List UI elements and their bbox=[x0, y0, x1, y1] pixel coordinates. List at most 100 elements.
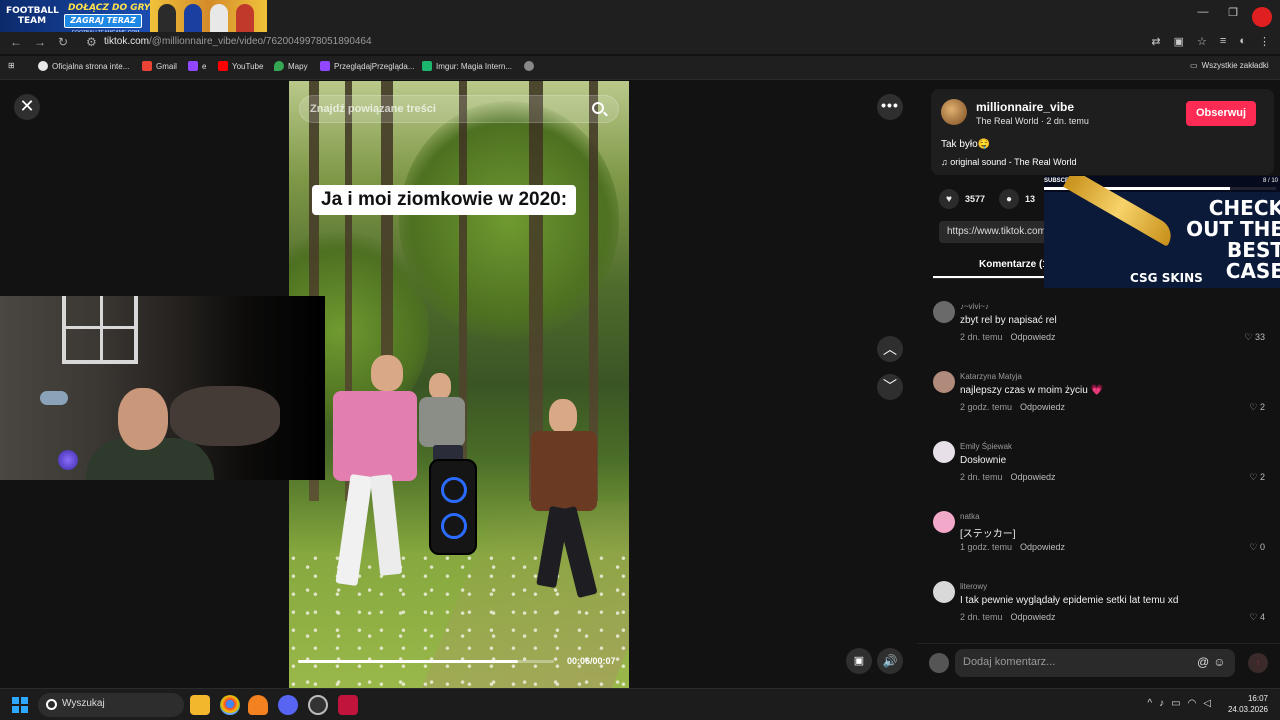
all-bookmarks[interactable]: ▭ Wszystkie zakładki bbox=[1190, 61, 1269, 70]
tab-comments[interactable]: Komentarze (1 bbox=[979, 259, 1048, 270]
webcam-furniture bbox=[170, 386, 280, 446]
webcam-shelf bbox=[62, 296, 138, 364]
chevron-up-icon[interactable]: ^ bbox=[1147, 698, 1159, 709]
apps-grid-icon[interactable]: ⊞ bbox=[8, 61, 15, 70]
microphone-icon[interactable]: ♪ bbox=[1159, 698, 1171, 709]
reply-button[interactable]: Odpowiedz bbox=[1020, 542, 1065, 552]
bookmark-item[interactable]: e bbox=[188, 61, 206, 71]
comment-stat[interactable]: ● 13 bbox=[999, 189, 1035, 209]
send-icon[interactable]: ↑ bbox=[1248, 653, 1268, 673]
bookmark-item[interactable] bbox=[524, 61, 534, 71]
heart-outline-icon[interactable]: ♡ bbox=[1249, 402, 1260, 412]
reply-button[interactable]: Odpowiedz bbox=[1020, 402, 1065, 412]
post-sound[interactable]: ♫ original sound - The Real World bbox=[941, 157, 1077, 167]
heart-icon[interactable]: ♥ bbox=[939, 189, 959, 209]
comment-username[interactable]: literowy bbox=[960, 582, 987, 591]
back-icon[interactable]: ← bbox=[10, 35, 22, 49]
bookmark-item[interactable]: Imgur: Magia Intern... bbox=[422, 61, 512, 71]
minimize-icon[interactable]: — bbox=[1188, 6, 1218, 18]
follow-button[interactable]: Obserwuj bbox=[1186, 101, 1256, 126]
bookmark-item[interactable]: PrzeglądajPrzegląda... bbox=[320, 61, 415, 71]
bookmark-item[interactable]: Oficjalna strona inte... bbox=[38, 61, 129, 71]
bookmark-label: Imgur: Magia Intern... bbox=[436, 61, 513, 71]
profile-avatar[interactable] bbox=[1252, 7, 1272, 27]
comment-username[interactable]: natka bbox=[960, 512, 980, 521]
reply-button[interactable]: Odpowiedz bbox=[1011, 472, 1056, 482]
close-icon[interactable]: ✕ bbox=[14, 94, 40, 120]
video-progress-bar[interactable] bbox=[298, 660, 554, 663]
clock[interactable]: 16:07 24.03.2026 bbox=[1228, 693, 1268, 715]
related-search-bar[interactable]: Znajdź powiązane treści bbox=[299, 95, 619, 123]
comment-username[interactable]: Katarzyna Matyja bbox=[960, 372, 1022, 381]
wifi-icon[interactable]: ◠ bbox=[1188, 698, 1204, 709]
steam-icon[interactable] bbox=[308, 695, 328, 715]
file-explorer-icon[interactable] bbox=[190, 695, 210, 715]
heart-outline-icon[interactable]: ♡ bbox=[1249, 542, 1260, 552]
comment-username[interactable]: ♪~vivi~♪ bbox=[960, 302, 989, 311]
comment-text: [ステッカー] bbox=[960, 529, 1016, 540]
reading-list-icon[interactable]: ≡ bbox=[1220, 35, 1226, 48]
video-time: 00:06/00:07 bbox=[567, 656, 616, 666]
comment-avatar[interactable] bbox=[933, 371, 955, 393]
comment-avatar[interactable] bbox=[933, 301, 955, 323]
browser-toolbar-icons: ⇄ ▣ ☆ ≡ ◐ ⋮ bbox=[1151, 35, 1270, 48]
heart-outline-icon[interactable]: ♡ bbox=[1249, 612, 1260, 622]
extensions-icon[interactable]: ◐ bbox=[1239, 35, 1246, 48]
author-username[interactable]: millionnaire_vibe bbox=[976, 100, 1074, 114]
speaker-icon[interactable]: ◁ bbox=[1203, 698, 1218, 709]
comment-avatar[interactable] bbox=[933, 581, 955, 603]
cast-icon[interactable]: ▣ bbox=[1174, 35, 1184, 48]
comment-input[interactable]: Dodaj komentarz... bbox=[955, 649, 1235, 677]
bookmarks-bar: ⊞ Oficjalna strona inte... Gmail e YouTu… bbox=[0, 56, 1280, 80]
adobe-app-icon[interactable] bbox=[338, 695, 358, 715]
author-avatar[interactable] bbox=[941, 99, 967, 125]
comment-text: I tak pewnie wyglądały epidemie setki la… bbox=[960, 595, 1179, 606]
comment-icon[interactable]: ● bbox=[999, 189, 1020, 209]
speaker-light bbox=[441, 477, 467, 503]
chrome-icon[interactable] bbox=[220, 695, 240, 715]
reply-button[interactable]: Odpowiedz bbox=[1011, 332, 1056, 342]
restore-icon[interactable]: ❐ bbox=[1218, 6, 1248, 19]
composer-icons: @☺ bbox=[1197, 655, 1229, 669]
comment-like[interactable]: ♡ 4 bbox=[1249, 612, 1265, 623]
windows-start-icon[interactable] bbox=[12, 697, 28, 713]
reload-icon[interactable]: ↻ bbox=[58, 35, 68, 49]
url-path: /@millionnaire_vibe/video/76200499780518… bbox=[149, 36, 372, 47]
own-avatar bbox=[929, 653, 949, 673]
translate-icon[interactable]: ⇄ bbox=[1151, 35, 1160, 48]
cloud-app-icon[interactable] bbox=[248, 695, 268, 715]
heart-outline-icon[interactable]: ♡ bbox=[1249, 472, 1260, 482]
bookmark-label: Mapy bbox=[288, 61, 308, 71]
url-field[interactable]: tiktok.com/@millionnaire_vibe/video/7620… bbox=[104, 36, 372, 47]
forward-icon[interactable]: → bbox=[34, 35, 46, 49]
bookmark-star-icon[interactable]: ☆ bbox=[1197, 35, 1207, 48]
like-stat[interactable]: ♥ 3577 bbox=[939, 189, 985, 209]
volume-icon[interactable]: 🔊 bbox=[877, 648, 903, 674]
more-options-icon[interactable]: ••• bbox=[877, 94, 903, 120]
taskbar-search[interactable]: Wyszukaj bbox=[38, 693, 184, 717]
mention-icon[interactable]: @ bbox=[1197, 655, 1213, 669]
ad-cta-button[interactable]: ZAGRAJ TERAZ bbox=[64, 14, 142, 28]
comment-avatar[interactable] bbox=[933, 511, 955, 533]
emoji-icon[interactable]: ☺ bbox=[1213, 655, 1229, 669]
comment-like[interactable]: ♡ 33 bbox=[1244, 332, 1265, 343]
network-icon[interactable]: ▭ bbox=[1171, 698, 1187, 709]
video-player[interactable]: Znajdź powiązane treści Ja i moi ziomkow… bbox=[289, 81, 629, 688]
floating-player-icon[interactable]: ▣ bbox=[846, 648, 872, 674]
search-icon[interactable] bbox=[592, 102, 604, 114]
chevron-down-icon[interactable]: ﹀ bbox=[877, 374, 903, 400]
site-info-icon[interactable]: ⚙ bbox=[86, 35, 97, 49]
heart-outline-icon[interactable]: ♡ bbox=[1244, 332, 1255, 342]
comment-like[interactable]: ♡ 2 bbox=[1249, 402, 1265, 413]
menu-icon[interactable]: ⋮ bbox=[1259, 35, 1270, 48]
bookmark-item[interactable]: YouTube bbox=[218, 61, 263, 71]
comment-username[interactable]: Emily Śpiewak bbox=[960, 442, 1012, 451]
reply-button[interactable]: Odpowiedz bbox=[1011, 612, 1056, 622]
comment-like[interactable]: ♡ 2 bbox=[1249, 472, 1265, 483]
bookmark-item[interactable]: Gmail bbox=[142, 61, 177, 71]
bookmark-item[interactable]: Mapy bbox=[274, 61, 308, 71]
chevron-up-icon[interactable]: ︿ bbox=[877, 336, 903, 362]
comment-avatar[interactable] bbox=[933, 441, 955, 463]
comment-like[interactable]: ♡ 0 bbox=[1249, 542, 1265, 553]
discord-icon[interactable] bbox=[278, 695, 298, 715]
